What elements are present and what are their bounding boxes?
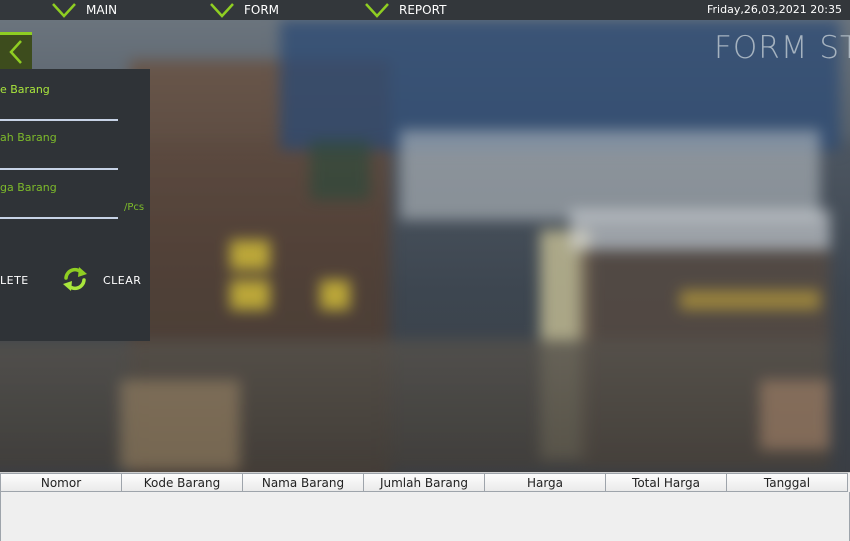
datetime-display: Friday,26,03,2021 20:35 — [706, 3, 842, 16]
kode-barang-label: e Barang — [0, 83, 50, 96]
column-header-kode-barang[interactable]: Kode Barang — [122, 473, 243, 492]
form-panel: e Barang ah Barang ga Barang /Pcs LETE C… — [0, 69, 150, 341]
column-header-tanggal[interactable]: Tanggal — [727, 473, 848, 492]
column-header-jumlah-barang[interactable]: Jumlah Barang — [364, 473, 485, 492]
data-table: Nomor Kode Barang Nama Barang Jumlah Bar… — [0, 472, 850, 541]
table-header: Nomor Kode Barang Nama Barang Jumlah Bar… — [0, 473, 848, 492]
nav-report-label: REPORT — [399, 3, 447, 17]
delete-button[interactable]: LETE — [0, 274, 29, 287]
nav-form-label: FORM — [244, 3, 280, 17]
nama-barang-label: ah Barang — [0, 131, 57, 144]
nav-main[interactable]: MAIN — [50, 0, 117, 20]
harga-barang-label: ga Barang — [0, 181, 57, 194]
nav-form[interactable]: FORM — [208, 0, 279, 20]
chevron-down-icon — [365, 3, 389, 18]
chevron-left-icon — [9, 40, 22, 64]
kode-barang-input[interactable] — [0, 119, 118, 121]
column-header-harga[interactable]: Harga — [485, 473, 606, 492]
column-header-nomor[interactable]: Nomor — [0, 473, 122, 492]
page-title: FORM ST — [714, 30, 850, 66]
nav-main-label: MAIN — [86, 3, 118, 17]
top-menu-bar: MAIN FORM REPORT Friday,26,03,2021 20:35 — [0, 0, 850, 20]
nama-barang-input[interactable] — [0, 168, 118, 170]
back-button[interactable] — [0, 32, 32, 69]
chevron-down-icon — [210, 3, 234, 18]
clear-button[interactable]: CLEAR — [103, 274, 141, 287]
column-header-nama-barang[interactable]: Nama Barang — [243, 473, 364, 492]
chevron-down-icon — [52, 3, 76, 18]
unit-label: /Pcs — [124, 202, 145, 213]
harga-barang-input[interactable] — [0, 217, 118, 219]
nav-report[interactable]: REPORT — [363, 0, 446, 20]
refresh-icon[interactable] — [61, 265, 89, 293]
table-body[interactable] — [0, 492, 850, 541]
column-header-total-harga[interactable]: Total Harga — [606, 473, 727, 492]
